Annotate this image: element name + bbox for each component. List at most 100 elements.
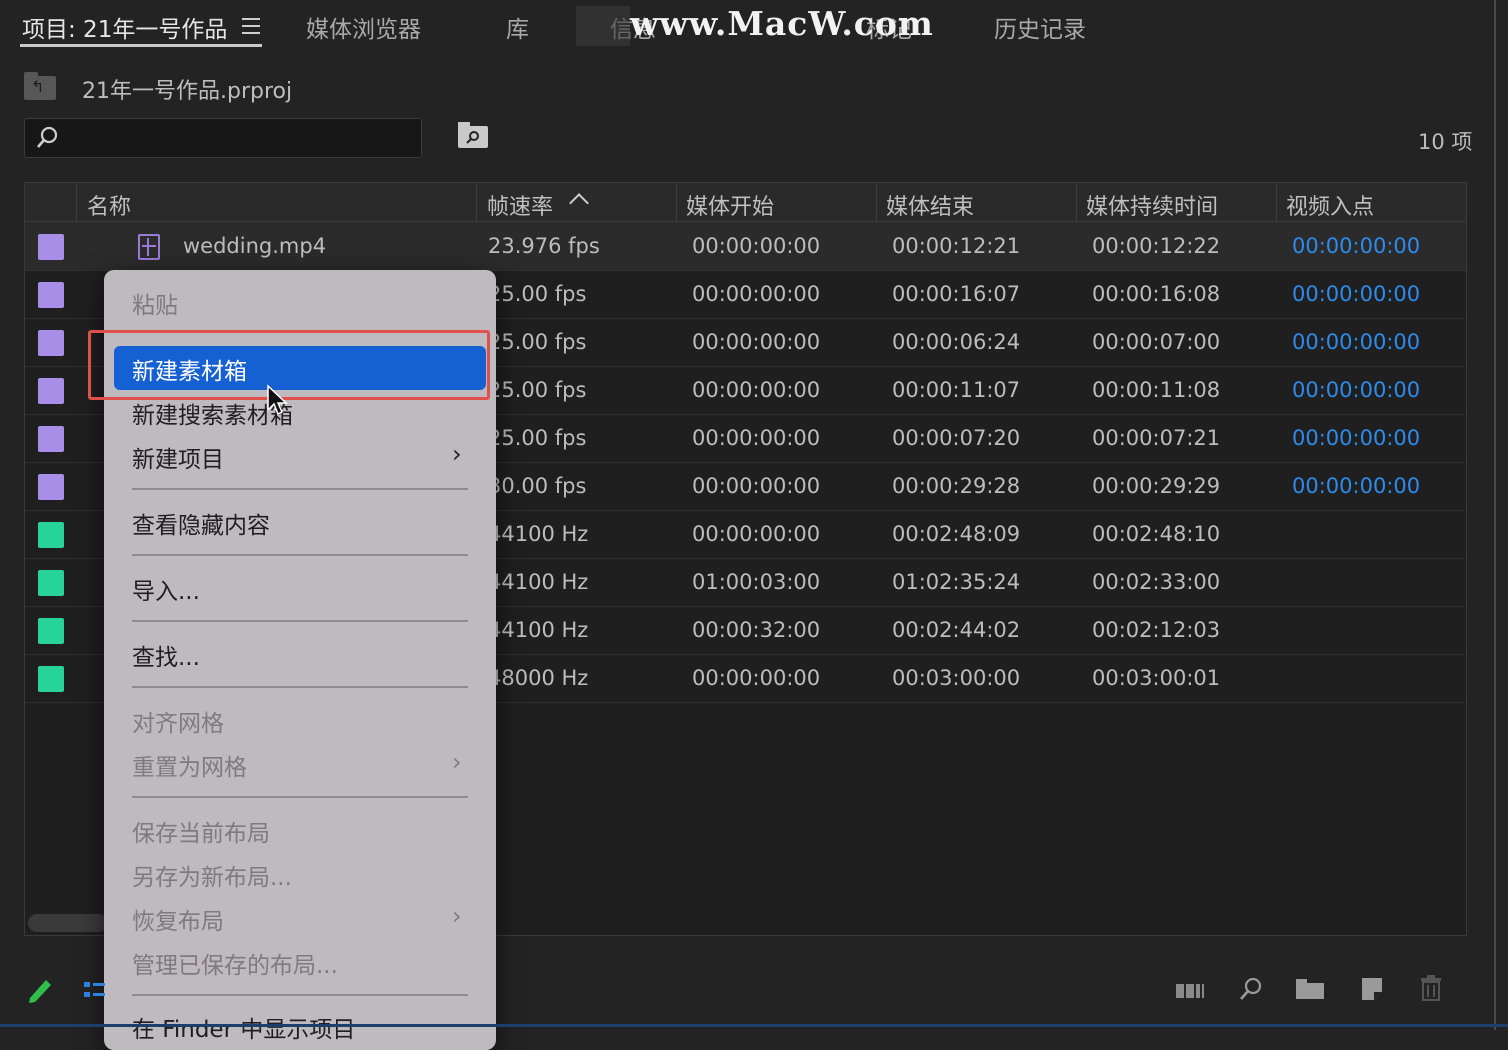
cell-video-in[interactable]: 00:00:00:00: [1292, 474, 1420, 498]
menu-separator: [132, 686, 468, 688]
cell-media-end: 00:00:29:28: [892, 474, 1021, 498]
menu-separator: [132, 620, 468, 622]
menu-item-view-hidden[interactable]: 查看隐藏内容: [132, 506, 270, 540]
cell-media-end: 00:03:00:00: [892, 666, 1021, 690]
new-item-icon[interactable]: [1360, 976, 1384, 1002]
menu-item-reset-grid: 重置为网格: [132, 755, 247, 781]
menu-separator: [132, 554, 468, 556]
cell-fps: 25.00 fps: [488, 378, 587, 402]
tab-media-browser[interactable]: 媒体浏览器: [306, 10, 421, 44]
tab-history[interactable]: 历史记录: [994, 10, 1086, 44]
cell-media-start: 00:00:00:00: [692, 234, 821, 258]
menu-separator: [132, 796, 468, 798]
table-header: 名称 帧速率 媒体开始 媒体结束 媒体持续时间 视频入点: [25, 183, 1466, 222]
cell-media-start: 00:00:00:00: [692, 330, 821, 354]
cell-fps: 25.00 fps: [488, 330, 587, 354]
menu-separator: [132, 994, 468, 996]
cell-video-in[interactable]: 00:00:00:00: [1292, 378, 1420, 402]
cell-name[interactable]: wedding.mp4: [183, 234, 326, 258]
cell-media-end: 00:02:44:02: [892, 618, 1021, 642]
chevron-right-icon: ›: [452, 902, 462, 930]
cell-media-end: 00:00:07:20: [892, 426, 1021, 450]
cell-media-start: 00:00:00:00: [692, 522, 821, 546]
cell-video-in[interactable]: 00:00:00:00: [1292, 426, 1420, 450]
column-header-fps[interactable]: 帧速率: [487, 189, 553, 221]
menu-separator: [132, 488, 468, 490]
cell-media-end: 00:00:16:07: [892, 282, 1021, 306]
cell-video-in[interactable]: 00:00:00:00: [1292, 234, 1420, 258]
horizontal-scrollbar[interactable]: [28, 914, 108, 932]
cell-video-in[interactable]: 00:00:00:00: [1292, 282, 1420, 306]
column-header-video-in[interactable]: 视频入点: [1286, 189, 1374, 221]
label-color-swatch[interactable]: [38, 618, 64, 644]
cell-media-end: 00:00:11:07: [892, 378, 1021, 402]
menu-item-find[interactable]: 查找...: [132, 638, 200, 672]
chevron-right-icon: ›: [452, 440, 462, 468]
cell-fps: 25.00 fps: [488, 282, 587, 306]
column-header-media-duration[interactable]: 媒体持续时间: [1086, 189, 1218, 221]
label-color-swatch[interactable]: [38, 522, 64, 548]
cell-fps: 23.976 fps: [488, 234, 600, 258]
chevron-right-icon: ›: [452, 748, 462, 776]
label-color-swatch[interactable]: [38, 666, 64, 692]
menu-item-restore-layout: 恢复布局: [132, 909, 224, 935]
cell-media-duration: 00:00:16:08: [1092, 282, 1221, 306]
cell-fps: 44100 Hz: [488, 618, 589, 642]
cell-fps: 44100 Hz: [488, 522, 589, 546]
cell-video-in[interactable]: 00:00:00:00: [1292, 330, 1420, 354]
list-view-icon[interactable]: [84, 980, 106, 1002]
active-tab-indicator: [20, 44, 262, 47]
menu-item-save-layout: 保存当前布局: [132, 821, 270, 847]
cell-media-start: 00:00:00:00: [692, 426, 821, 450]
cell-media-start: 00:00:32:00: [692, 618, 821, 642]
column-header-media-end[interactable]: 媒体结束: [886, 189, 974, 221]
pencil-icon[interactable]: [26, 974, 54, 1004]
cell-media-duration: 00:00:07:00: [1092, 330, 1221, 354]
label-color-swatch[interactable]: [38, 378, 64, 404]
menu-item-new-item[interactable]: 新建项目: [132, 440, 224, 474]
project-filename: 21年一号作品.prproj: [82, 79, 293, 104]
cell-media-start: 00:00:00:00: [692, 666, 821, 690]
new-bin-icon[interactable]: [1296, 978, 1326, 1000]
label-color-swatch[interactable]: [38, 330, 64, 356]
cell-media-start: 00:00:00:00: [692, 378, 821, 402]
tab-project[interactable]: 项目: 21年一号作品: [22, 10, 227, 44]
cell-media-end: 00:02:48:09: [892, 522, 1021, 546]
cell-fps: 25.00 fps: [488, 426, 587, 450]
project-folder-icon[interactable]: [24, 72, 56, 100]
watermark-text: www.MacW.com: [630, 4, 934, 43]
menu-item-import[interactable]: 导入...: [132, 572, 200, 606]
column-header-media-start[interactable]: 媒体开始: [686, 189, 774, 221]
cell-media-duration: 00:02:33:00: [1092, 570, 1221, 594]
cell-media-end: 00:00:12:21: [892, 234, 1021, 258]
menu-item-save-new-layout: 另存为新布局...: [132, 865, 292, 891]
table-row[interactable]: wedding.mp4 23.976 fps 00:00:00:00 00:00:12…: [25, 222, 1466, 271]
hamburger-icon[interactable]: [242, 18, 260, 39]
cell-fps: 48000 Hz: [488, 666, 589, 690]
trash-icon[interactable]: [1420, 974, 1442, 1002]
label-color-swatch[interactable]: [38, 474, 64, 500]
cell-media-duration: 00:02:12:03: [1092, 618, 1221, 642]
cell-media-start: 00:00:00:00: [692, 474, 821, 498]
tab-libraries[interactable]: 库: [506, 10, 529, 44]
cell-media-duration: 00:02:48:10: [1092, 522, 1221, 546]
label-color-swatch[interactable]: [38, 426, 64, 452]
search-input[interactable]: [24, 118, 422, 158]
bin-search-icon[interactable]: [458, 122, 488, 148]
cell-media-duration: 00:00:07:21: [1092, 426, 1221, 450]
find-icon[interactable]: [1238, 976, 1264, 1004]
film-icon: [138, 234, 160, 260]
panel-tab-bar: 项目: 21年一号作品 媒体浏览器 库 信息 标记 历史记录 www.MacW.…: [0, 0, 1508, 56]
cell-media-duration: 00:00:29:29: [1092, 474, 1221, 498]
cell-media-duration: 00:03:00:01: [1092, 666, 1221, 690]
menu-item-align-grid: 对齐网格: [132, 711, 224, 737]
cell-fps: 44100 Hz: [488, 570, 589, 594]
label-color-swatch[interactable]: [38, 282, 64, 308]
menu-item-reveal-finder[interactable]: 在 Finder 中显示项目: [132, 1010, 355, 1044]
storyboard-icon[interactable]: [1176, 982, 1208, 1000]
column-header-name[interactable]: 名称: [87, 189, 131, 221]
cell-media-duration: 00:00:12:22: [1092, 234, 1221, 258]
label-color-swatch[interactable]: [38, 570, 64, 596]
label-color-swatch[interactable]: [38, 234, 64, 260]
cell-media-duration: 00:00:11:08: [1092, 378, 1221, 402]
